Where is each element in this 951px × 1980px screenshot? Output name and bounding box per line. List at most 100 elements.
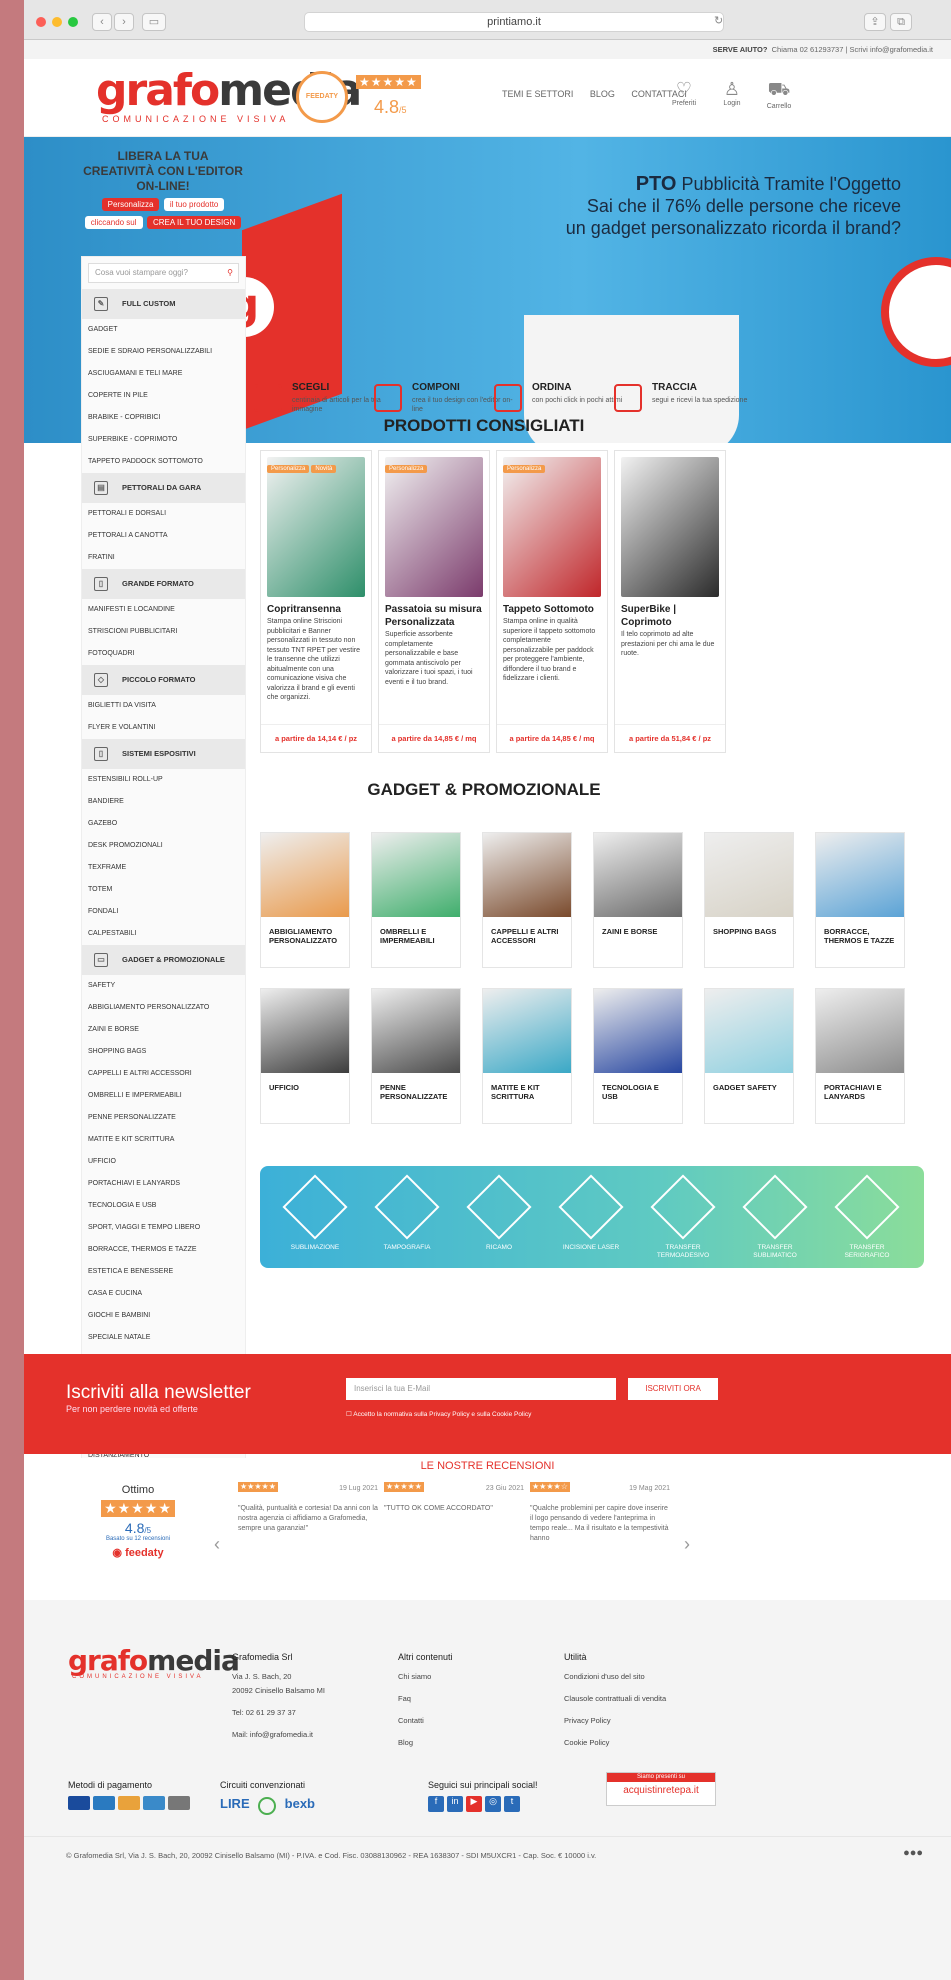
sidebar-item[interactable]: TECNOLOGIA E USB <box>82 1195 245 1217</box>
sidebar-category[interactable]: ▯ GRANDE FORMATO <box>82 569 245 599</box>
category-card[interactable]: TECNOLOGIA E USB <box>593 988 683 1124</box>
personalizza-pill[interactable]: Personalizza <box>101 198 160 211</box>
product-price[interactable]: a partire da 14,14 € / pz <box>261 724 371 752</box>
sidebar-item[interactable]: TAPPETO PADDOCK SOTTOMOTO <box>82 451 245 473</box>
facebook-icon[interactable]: f <box>428 1796 444 1812</box>
sidebar-item[interactable]: GIOCHI E BAMBINI <box>82 1305 245 1327</box>
lire-logo[interactable]: LIRE <box>220 1796 250 1811</box>
product-image[interactable] <box>267 457 365 597</box>
sidebar-item[interactable]: MANIFESTI E LOCANDINE <box>82 599 245 621</box>
sidebar-item[interactable]: SHOPPING BAGS <box>82 1041 245 1063</box>
nav-temi-settori[interactable]: TEMI E SETTORI <box>502 89 573 99</box>
sidebar-item[interactable]: ESTENSIBILI ROLL-UP <box>82 769 245 791</box>
sidebar-item[interactable]: TOTEM <box>82 879 245 901</box>
sidebar-category[interactable]: ◇ PICCOLO FORMATO <box>82 665 245 695</box>
footer-link-privacy[interactable]: Privacy Policy <box>564 1710 666 1732</box>
product-name[interactable]: Copritransenna <box>261 603 371 616</box>
footer-link-clausole[interactable]: Clausole contrattuali di vendita <box>564 1688 666 1710</box>
sidebar-item[interactable]: DESK PROMOZIONALI <box>82 835 245 857</box>
bexb-logo[interactable]: bexb <box>285 1796 315 1811</box>
cart-button[interactable]: ⛟ Carrello <box>759 79 799 110</box>
product-price[interactable]: a partire da 14,85 € / mq <box>379 724 489 752</box>
company-mail[interactable]: Mail: info@grafomedia.it <box>232 1724 325 1746</box>
footer-link-contatti[interactable]: Contatti <box>398 1710 453 1732</box>
category-card[interactable]: MATITE E KIT SCRITTURA <box>482 988 572 1124</box>
sidebar-item[interactable]: CALPESTABILI <box>82 923 245 945</box>
sidebar-item[interactable]: OMBRELLI E IMPERMEABILI <box>82 1085 245 1107</box>
sidebar-category[interactable]: ▤ PETTORALI DA GARA <box>82 473 245 503</box>
feedaty-logo[interactable]: ◉ feedaty <box>88 1546 188 1559</box>
sidebar-item[interactable]: PENNE PERSONALIZZATE <box>82 1107 245 1129</box>
product-image[interactable] <box>621 457 719 597</box>
category-card[interactable]: ABBIGLIAMENTO PERSONALIZZATO <box>260 832 350 968</box>
sidebar-category[interactable]: ✎ FULL CUSTOM <box>82 289 245 319</box>
feedaty-seal[interactable]: FEEDATY <box>296 71 348 123</box>
favorites-button[interactable]: ♡ Preferiti <box>664 79 704 107</box>
sidebar-item[interactable]: COPERTE IN PILE <box>82 385 245 407</box>
footer-link-chi-siamo[interactable]: Chi siamo <box>398 1666 453 1688</box>
phone-link[interactable]: 02 61293737 <box>800 45 844 54</box>
sidebar-item[interactable]: SUPERBIKE - COPRIMOTO <box>82 429 245 451</box>
category-card[interactable]: UFFICIO <box>260 988 350 1124</box>
footer-logo[interactable]: grafomedia <box>68 1644 240 1677</box>
address-bar[interactable]: printiamo.it <box>304 12 724 32</box>
category-card[interactable]: GADGET SAFETY <box>704 988 794 1124</box>
instagram-icon[interactable]: ◎ <box>485 1796 501 1812</box>
product-name[interactable]: Passatoia su misura Personalizzata <box>379 603 489 629</box>
sidebar-item[interactable]: FLYER E VOLANTINI <box>82 717 245 739</box>
sidebar-item[interactable]: PORTACHIAVI E LANYARDS <box>82 1173 245 1195</box>
sidebar-item[interactable]: GAZEBO <box>82 813 245 835</box>
sidebar-item[interactable]: FRATINI <box>82 547 245 569</box>
email-link[interactable]: info@grafomedia.it <box>870 45 933 54</box>
product-image[interactable] <box>503 457 601 597</box>
sidebar-item[interactable]: CASA E CUCINA <box>82 1283 245 1305</box>
category-card[interactable]: BORRACCE, THERMOS E TAZZE <box>815 832 905 968</box>
sidebar-item[interactable]: SEDIE E SDRAIO PERSONALIZZABILI <box>82 341 245 363</box>
footer-link-condizioni[interactable]: Condizioni d'uso del sito <box>564 1666 666 1688</box>
product-card[interactable]: Personalizza Passatoia su misura Personal… <box>378 450 490 753</box>
category-card[interactable]: OMBRELLI E IMPERMEABILI <box>371 832 461 968</box>
tabs-icon[interactable]: ⧉ <box>890 13 912 31</box>
sidebar-item[interactable]: BORRACCE, THERMOS E TAZZE <box>82 1239 245 1261</box>
sidebar-item[interactable]: FONDALI <box>82 901 245 923</box>
sidebar-item[interactable]: PETTORALI A CANOTTA <box>82 525 245 547</box>
sidebar-category[interactable]: ▯ SISTEMI ESPOSITIVI <box>82 739 245 769</box>
reviews-next-arrow[interactable]: › <box>684 1534 690 1555</box>
sidebar-item[interactable]: ESTETICA E BENESSERE <box>82 1261 245 1283</box>
sidebar-item[interactable]: FOTOQUADRI <box>82 643 245 665</box>
product-name[interactable]: SuperBike | Coprimoto <box>615 603 725 629</box>
product-card[interactable]: Personalizza Tappeto Sottomoto Stampa onli… <box>496 450 608 753</box>
nav-blog[interactable]: BLOG <box>590 89 615 99</box>
sidebar-item[interactable]: TEXFRAME <box>82 857 245 879</box>
sidebar-item[interactable]: CAPPELLI E ALTRI ACCESSORI <box>82 1063 245 1085</box>
sidebar-toggle-icon[interactable]: ▭ <box>142 13 166 31</box>
sidebar-item[interactable]: BIGLIETTI DA VISITA <box>82 695 245 717</box>
back-icon[interactable]: ‹ <box>92 13 112 31</box>
techniques-banner[interactable]: SUBLIMAZIONE TAMPOGRAFIA RICAMO INCISIONE L… <box>260 1166 924 1268</box>
sidebar-item[interactable]: SPORT, VIAGGI E TEMPO LIBERO <box>82 1217 245 1239</box>
privacy-consent[interactable]: ☐ Accetto la normativa sulla Privacy Pol… <box>346 1410 531 1418</box>
sidebar-item[interactable]: BRABIKE - COPRIBICI <box>82 407 245 429</box>
minimize-window-icon[interactable] <box>52 17 62 27</box>
sidebar-item[interactable]: ZAINI E BORSE <box>82 1019 245 1041</box>
close-window-icon[interactable] <box>36 17 46 27</box>
sidebar-item[interactable]: UFFICIO <box>82 1151 245 1173</box>
category-card[interactable]: PENNE PERSONALIZZATE <box>371 988 461 1124</box>
product-price[interactable]: a partire da 14,85 € / mq <box>497 724 607 752</box>
sidebar-item[interactable]: MATITE E KIT SCRITTURA <box>82 1129 245 1151</box>
product-price[interactable]: a partire da 51,84 € / pz <box>615 724 725 752</box>
email-input[interactable]: Inserisci la tua E-Mail <box>346 1378 616 1400</box>
sidebar-item[interactable]: ABBIGLIAMENTO PERSONALIZZATO <box>82 997 245 1019</box>
search-input[interactable]: Cosa vuoi stampare oggi? ⚲ <box>88 263 239 283</box>
sidebar-item[interactable]: BANDIERE <box>82 791 245 813</box>
footer-link-blog[interactable]: Blog <box>398 1732 453 1754</box>
company-phone[interactable]: Tel: 02 61 29 37 37 <box>232 1702 325 1724</box>
footer-link-faq[interactable]: Faq <box>398 1688 453 1710</box>
subscribe-button[interactable]: ISCRIVITI ORA <box>628 1378 718 1400</box>
forward-icon[interactable]: › <box>114 13 134 31</box>
sidebar-category[interactable]: ▭ GADGET & PROMOZIONALE <box>82 945 245 975</box>
search-icon[interactable]: ⚲ <box>227 264 233 282</box>
sidebar-item[interactable]: GADGET <box>82 319 245 341</box>
product-image[interactable] <box>385 457 483 597</box>
category-card[interactable]: SHOPPING BAGS <box>704 832 794 968</box>
